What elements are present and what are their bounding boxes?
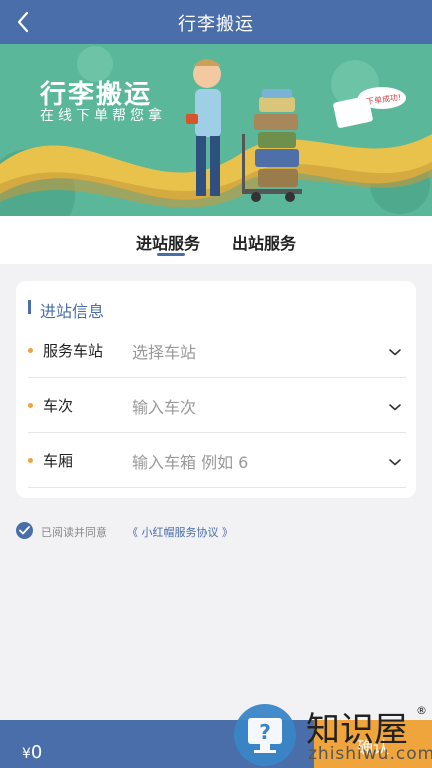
station-select[interactable]: 选择车站 xyxy=(132,339,196,363)
train-input[interactable]: 输入车次 xyxy=(132,394,196,418)
banner-subtitle: 在线下单帮您拿 xyxy=(40,108,166,124)
chevron-down-icon[interactable] xyxy=(388,454,402,468)
carriage-label: 车厢 xyxy=(43,452,74,470)
tab-outbound-service[interactable]: 出站服务 xyxy=(232,230,296,254)
nav-bar: 行李搬运 xyxy=(0,0,432,44)
carriage-input[interactable]: 输入车箱 例如 6 xyxy=(132,449,248,473)
agree-text: 已阅读并同意 xyxy=(41,526,107,539)
train-label: 车次 xyxy=(43,397,74,415)
price-amount: 0 xyxy=(30,742,43,763)
chevron-down-icon[interactable] xyxy=(388,344,402,358)
active-tab-indicator xyxy=(157,253,185,256)
required-dot xyxy=(28,403,33,408)
station-label: 服务车站 xyxy=(43,342,104,360)
carriage-row[interactable]: 车厢 输入车箱 例如 6 xyxy=(28,433,406,488)
registered-mark: ® xyxy=(416,704,427,717)
station-row[interactable]: 服务车站 选择车站 xyxy=(28,323,406,378)
promo-banner: 行李搬运 在线下单帮您拿 下单成功! xyxy=(0,44,432,216)
banner-illustration xyxy=(0,46,432,216)
question-monitor-icon: ? xyxy=(234,704,296,766)
agreement-row: 已阅读并同意 《 小红帽服务协议 》 xyxy=(16,522,316,540)
required-dot xyxy=(28,458,33,463)
watermark-url: zhishiwu.com xyxy=(308,744,432,764)
train-row[interactable]: 车次 输入车次 xyxy=(28,378,406,433)
section-bar xyxy=(28,300,31,314)
chevron-down-icon[interactable] xyxy=(388,399,402,413)
total-price: ¥0 xyxy=(22,742,42,763)
tab-inbound-service[interactable]: 进站服务 xyxy=(136,230,200,254)
svg-text:?: ? xyxy=(259,720,271,744)
checkmark-icon xyxy=(19,526,30,535)
service-agreement-link[interactable]: 《 小红帽服务协议 》 xyxy=(127,524,233,540)
inbound-info-card: 进站信息 服务车站 选择车站 车次 输入车次 车厢 输入车箱 例如 6 xyxy=(16,281,416,498)
page-title: 行李搬运 xyxy=(178,14,254,35)
currency-symbol: ¥ xyxy=(22,746,31,762)
service-tabs: 进站服务 出站服务 xyxy=(0,216,432,264)
agree-checkbox[interactable] xyxy=(16,522,33,539)
watermark: ? 知识屋 ® zhishiwu.com xyxy=(232,696,432,768)
section-title: 进站信息 xyxy=(40,302,105,321)
required-dot xyxy=(28,348,33,353)
